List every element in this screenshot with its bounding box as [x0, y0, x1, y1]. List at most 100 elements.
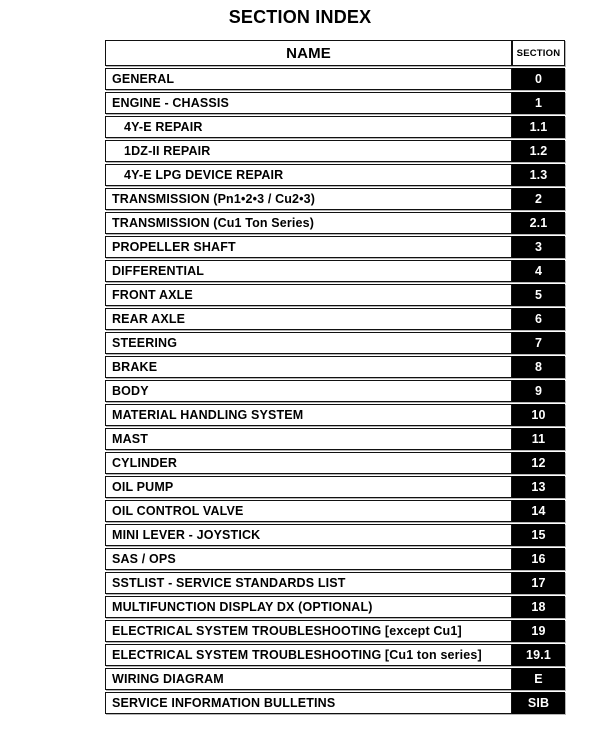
section-cell[interactable]: E [512, 667, 565, 691]
section-number-badge: 1.3 [512, 164, 565, 186]
section-cell[interactable]: 7 [512, 331, 565, 355]
table-row[interactable]: STEERING 7 [105, 331, 565, 355]
section-cell[interactable]: 2.1 [512, 211, 565, 235]
section-cell[interactable]: 11 [512, 427, 565, 451]
section-cell[interactable]: 16 [512, 547, 565, 571]
table-row[interactable]: TRANSMISSION (Cu1 Ton Series) 2.1 [105, 211, 565, 235]
table-row[interactable]: ENGINE - CHASSIS 1 [105, 91, 565, 115]
table-row[interactable]: 1DZ-II REPAIR 1.2 [105, 139, 565, 163]
name-cell[interactable]: WIRING DIAGRAM [105, 667, 512, 691]
section-name-label: BRAKE [105, 356, 512, 378]
table-row[interactable]: SAS / OPS 16 [105, 547, 565, 571]
name-cell[interactable]: STEERING [105, 331, 512, 355]
table-row[interactable]: MULTIFUNCTION DISPLAY DX (OPTIONAL) 18 [105, 595, 565, 619]
section-cell[interactable]: 17 [512, 571, 565, 595]
table-row[interactable]: MATERIAL HANDLING SYSTEM 10 [105, 403, 565, 427]
table-row[interactable]: OIL CONTROL VALVE 14 [105, 499, 565, 523]
section-cell[interactable]: 1 [512, 91, 565, 115]
section-cell[interactable]: 5 [512, 283, 565, 307]
table-row[interactable]: ELECTRICAL SYSTEM TROUBLESHOOTING [Cu1 t… [105, 643, 565, 667]
name-cell[interactable]: CYLINDER [105, 451, 512, 475]
section-number-badge: 17 [512, 572, 565, 594]
table-row[interactable]: SERVICE INFORMATION BULLETINS SIB [105, 691, 565, 715]
name-cell[interactable]: MULTIFUNCTION DISPLAY DX (OPTIONAL) [105, 595, 512, 619]
table-row[interactable]: ELECTRICAL SYSTEM TROUBLESHOOTING [excep… [105, 619, 565, 643]
section-name-label: FRONT AXLE [105, 284, 512, 306]
section-name-label: CYLINDER [105, 452, 512, 474]
section-cell[interactable]: 14 [512, 499, 565, 523]
name-cell[interactable]: OIL PUMP [105, 475, 512, 499]
name-cell[interactable]: SERVICE INFORMATION BULLETINS [105, 691, 512, 715]
section-name-label: SSTLIST - SERVICE STANDARDS LIST [105, 572, 512, 594]
section-number-badge: 0 [512, 68, 565, 90]
section-cell[interactable]: 1.1 [512, 115, 565, 139]
name-cell[interactable]: BODY [105, 379, 512, 403]
name-cell[interactable]: TRANSMISSION (Cu1 Ton Series) [105, 211, 512, 235]
section-name-label: TRANSMISSION (Cu1 Ton Series) [105, 212, 512, 234]
table-row[interactable]: 4Y-E LPG DEVICE REPAIR 1.3 [105, 163, 565, 187]
section-name-label: BODY [105, 380, 512, 402]
name-cell[interactable]: OIL CONTROL VALVE [105, 499, 512, 523]
page-root: SECTION INDEX NAME SECTION GENERAL 0 ENGIN… [0, 0, 600, 740]
table-row[interactable]: MINI LEVER - JOYSTICK 15 [105, 523, 565, 547]
section-cell[interactable]: 18 [512, 595, 565, 619]
section-cell[interactable]: SIB [512, 691, 565, 715]
section-cell[interactable]: 6 [512, 307, 565, 331]
section-number-badge: 8 [512, 356, 565, 378]
table-row[interactable]: TRANSMISSION (Pn1•2•3 / Cu2•3) 2 [105, 187, 565, 211]
name-cell[interactable]: 4Y-E REPAIR [105, 115, 512, 139]
section-cell[interactable]: 9 [512, 379, 565, 403]
table-row[interactable]: BODY 9 [105, 379, 565, 403]
table-row[interactable]: MAST 11 [105, 427, 565, 451]
name-cell[interactable]: MAST [105, 427, 512, 451]
table-row[interactable]: WIRING DIAGRAM E [105, 667, 565, 691]
name-cell[interactable]: REAR AXLE [105, 307, 512, 331]
section-cell[interactable]: 19 [512, 619, 565, 643]
section-cell[interactable]: 2 [512, 187, 565, 211]
section-cell[interactable]: 12 [512, 451, 565, 475]
column-header-name: NAME [105, 40, 512, 66]
section-cell[interactable]: 1.2 [512, 139, 565, 163]
section-name-label: MATERIAL HANDLING SYSTEM [105, 404, 512, 426]
section-cell[interactable]: 8 [512, 355, 565, 379]
name-cell[interactable]: BRAKE [105, 355, 512, 379]
name-cell[interactable]: SSTLIST - SERVICE STANDARDS LIST [105, 571, 512, 595]
name-cell[interactable]: ELECTRICAL SYSTEM TROUBLESHOOTING [Cu1 t… [105, 643, 512, 667]
section-cell[interactable]: 1.3 [512, 163, 565, 187]
section-name-label: SAS / OPS [105, 548, 512, 570]
section-number-badge: 19.1 [512, 644, 565, 666]
table-row[interactable]: 4Y-E REPAIR 1.1 [105, 115, 565, 139]
section-cell[interactable]: 15 [512, 523, 565, 547]
table-row[interactable]: FRONT AXLE 5 [105, 283, 565, 307]
section-cell[interactable]: 10 [512, 403, 565, 427]
table-row[interactable]: SSTLIST - SERVICE STANDARDS LIST 17 [105, 571, 565, 595]
table-row[interactable]: OIL PUMP 13 [105, 475, 565, 499]
name-cell[interactable]: GENERAL [105, 67, 512, 91]
name-cell[interactable]: DIFFERENTIAL [105, 259, 512, 283]
section-cell[interactable]: 0 [512, 67, 565, 91]
name-cell[interactable]: MINI LEVER - JOYSTICK [105, 523, 512, 547]
name-cell[interactable]: ENGINE - CHASSIS [105, 91, 512, 115]
page-title: SECTION INDEX [228, 7, 372, 27]
table-row[interactable]: REAR AXLE 6 [105, 307, 565, 331]
name-cell[interactable]: PROPELLER SHAFT [105, 235, 512, 259]
section-number-badge: 16 [512, 548, 565, 570]
name-cell[interactable]: 1DZ-II REPAIR [105, 139, 512, 163]
section-cell[interactable]: 13 [512, 475, 565, 499]
section-cell[interactable]: 4 [512, 259, 565, 283]
table-row[interactable]: BRAKE 8 [105, 355, 565, 379]
name-cell[interactable]: SAS / OPS [105, 547, 512, 571]
name-cell[interactable]: ELECTRICAL SYSTEM TROUBLESHOOTING [excep… [105, 619, 512, 643]
table-row[interactable]: PROPELLER SHAFT 3 [105, 235, 565, 259]
table-row[interactable]: GENERAL 0 [105, 67, 565, 91]
name-cell[interactable]: TRANSMISSION (Pn1•2•3 / Cu2•3) [105, 187, 512, 211]
table-row[interactable]: CYLINDER 12 [105, 451, 565, 475]
header-cell-name: NAME [105, 39, 512, 67]
name-cell[interactable]: 4Y-E LPG DEVICE REPAIR [105, 163, 512, 187]
section-cell[interactable]: 19.1 [512, 643, 565, 667]
name-cell[interactable]: MATERIAL HANDLING SYSTEM [105, 403, 512, 427]
section-cell[interactable]: 3 [512, 235, 565, 259]
section-name-label: 1DZ-II REPAIR [105, 140, 512, 162]
table-row[interactable]: DIFFERENTIAL 4 [105, 259, 565, 283]
name-cell[interactable]: FRONT AXLE [105, 283, 512, 307]
